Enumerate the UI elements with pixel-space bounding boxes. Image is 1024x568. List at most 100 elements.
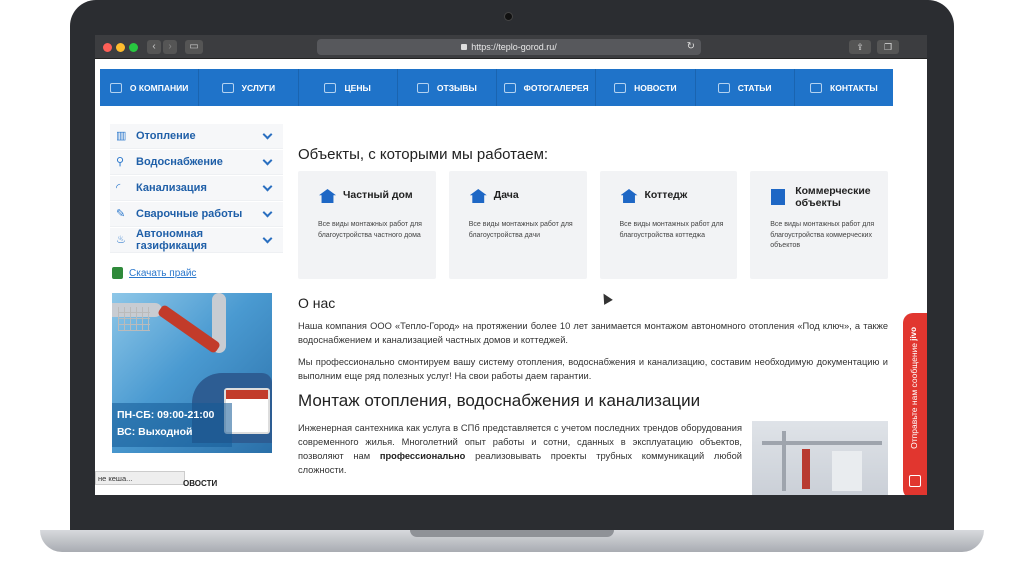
articles-icon bbox=[717, 82, 730, 93]
about-heading: О нас bbox=[298, 295, 336, 311]
top-navigation: О КОМПАНИИ УСЛУГИ ЦЕНЫ ОТЗЫВЫ ФОТОГАЛЕРЕ… bbox=[100, 69, 893, 106]
nav-item-reviews[interactable]: ОТЗЫВЫ bbox=[398, 69, 497, 106]
card-cottage[interactable]: Коттедж Все виды монтажных работ для бла… bbox=[599, 171, 738, 279]
screen: ‹ › ▭ https://teplo-gorod.ru/ ↻ ⇪ ❐ О КО… bbox=[95, 35, 927, 495]
chat-widget-label: Отправьте нам сообщение bbox=[909, 343, 919, 449]
card-description: Все виды монтажных работ для благоустрой… bbox=[770, 221, 875, 249]
nav-label: КОНТАКТЫ bbox=[830, 82, 878, 93]
price-download: Скачать прайс bbox=[112, 267, 196, 279]
card-title: Коммерческие объекты bbox=[795, 185, 871, 209]
sidebar-item-label: Водоснабжение bbox=[136, 156, 223, 168]
card-title: Коттедж bbox=[644, 189, 688, 201]
nav-label: СТАТЬИ bbox=[737, 82, 772, 93]
chevron-down-icon[interactable] bbox=[262, 155, 273, 166]
pipe-icon: ◜ bbox=[116, 182, 121, 194]
gallery-icon bbox=[503, 82, 516, 93]
nav-item-prices[interactable]: ЦЕНЫ bbox=[299, 69, 398, 106]
nav-label: ФОТОГАЛЕРЕЯ bbox=[523, 82, 589, 93]
mount-paragraph: Инженерная сантехника как услуга в СПб п… bbox=[298, 421, 742, 495]
news-heading-fragment: ОВОСТИ bbox=[183, 479, 218, 488]
hours-sunday: ВС: Выходной bbox=[117, 426, 193, 438]
sidebar-item-heating[interactable]: ▥ Отопление bbox=[110, 124, 283, 149]
laptop-notch bbox=[410, 530, 614, 537]
chevron-down-icon[interactable] bbox=[262, 233, 273, 244]
web-page: О КОМПАНИИ УСЛУГИ ЦЕНЫ ОТЗЫВЫ ФОТОГАЛЕРЕ… bbox=[95, 59, 927, 495]
sidebar-menu: ▥ Отопление ⚲ Водоснабжение ◜ Канализация ✎… bbox=[110, 124, 283, 254]
house-icon bbox=[319, 189, 336, 203]
tabs-icon[interactable]: ❐ bbox=[877, 40, 899, 54]
faucet-icon: ⚲ bbox=[116, 156, 125, 168]
nav-item-articles[interactable]: СТАТЬИ bbox=[696, 69, 795, 106]
card-description: Все виды монтажных работ для благоустрой… bbox=[318, 221, 422, 239]
cottage-icon bbox=[620, 189, 638, 203]
chevron-down-icon[interactable] bbox=[262, 181, 273, 192]
contacts-icon bbox=[810, 82, 823, 93]
about-paragraph-2: Мы профессионально смонтируем вашу систе… bbox=[298, 357, 888, 381]
download-price-link[interactable]: Скачать прайс bbox=[129, 268, 196, 279]
boiler-graphic bbox=[802, 449, 810, 489]
chevron-down-icon[interactable] bbox=[262, 207, 273, 218]
welding-icon: ✎ bbox=[116, 208, 126, 220]
address-bar[interactable]: https://teplo-gorod.ru/ ↻ bbox=[317, 39, 701, 55]
heater-graphic bbox=[118, 307, 150, 331]
minimize-window-icon[interactable] bbox=[116, 43, 125, 52]
sidebar-item-label: Автономная газификация bbox=[136, 228, 208, 252]
nav-item-services[interactable]: УСЛУГИ bbox=[199, 69, 299, 106]
mount-text-bold: профессионально bbox=[379, 451, 466, 461]
sidebar-item-sewage[interactable]: ◜ Канализация bbox=[110, 176, 283, 201]
lock-icon bbox=[461, 44, 468, 50]
sidebar-item-gas[interactable]: ♨ Автономная газификация bbox=[110, 228, 283, 253]
close-window-icon[interactable] bbox=[103, 43, 112, 52]
sidebar-item-label: Отопление bbox=[136, 130, 196, 142]
nav-item-about[interactable]: О КОМПАНИИ bbox=[100, 69, 200, 106]
nav-item-gallery[interactable]: ФОТОГАЛЕРЕЯ bbox=[497, 69, 597, 106]
dacha-icon bbox=[469, 189, 487, 203]
excel-icon bbox=[112, 267, 123, 279]
tooltip: не кеша... bbox=[95, 471, 185, 485]
money-icon bbox=[324, 82, 337, 93]
maximize-window-icon[interactable] bbox=[129, 43, 138, 52]
tank-graphic bbox=[832, 451, 862, 491]
back-button[interactable]: ‹ bbox=[147, 40, 161, 54]
tools-icon bbox=[221, 82, 234, 93]
forward-button[interactable]: › bbox=[163, 40, 177, 54]
jivo-logo: jivo bbox=[909, 327, 918, 341]
nav-label: ЦЕНЫ bbox=[344, 82, 371, 93]
card-title: Дача bbox=[493, 189, 519, 201]
nav-label: О КОМПАНИИ bbox=[129, 82, 189, 93]
browser-chrome: ‹ › ▭ https://teplo-gorod.ru/ ↻ ⇪ ❐ bbox=[95, 35, 927, 59]
laptop-bezel bbox=[70, 495, 954, 535]
chat-icon bbox=[416, 82, 429, 93]
building-icon bbox=[109, 82, 122, 93]
chat-widget[interactable]: jivo Отправьте нам сообщение bbox=[903, 313, 927, 495]
card-private-house[interactable]: Частный дом Все виды монтажных работ для… bbox=[298, 171, 436, 279]
card-commercial[interactable]: Коммерческие объекты Все виды монтажных … bbox=[750, 171, 888, 279]
nav-item-contacts[interactable]: КОНТАКТЫ bbox=[795, 69, 893, 106]
card-dacha[interactable]: Дача Все виды монтажных работ для благоу… bbox=[448, 171, 587, 279]
sidebar-item-water[interactable]: ⚲ Водоснабжение bbox=[110, 150, 283, 175]
objects-heading: Объекты, с которыми мы работаем: bbox=[298, 146, 549, 163]
news-icon bbox=[614, 82, 627, 93]
sidebar-item-label: Канализация bbox=[136, 182, 207, 194]
boiler-room-photo bbox=[752, 421, 888, 495]
share-icon[interactable]: ⇪ bbox=[849, 40, 871, 54]
camera-icon bbox=[505, 13, 512, 20]
reload-icon[interactable]: ↻ bbox=[687, 39, 695, 55]
card-description: Все виды монтажных работ для благоустрой… bbox=[619, 221, 724, 239]
nav-item-news[interactable]: НОВОСТИ bbox=[596, 69, 696, 106]
sidebar-item-welding[interactable]: ✎ Сварочные работы bbox=[110, 202, 283, 227]
working-hours-banner[interactable]: ПН-СБ: 09:00-21:00 ВС: Выходной bbox=[112, 293, 272, 453]
main-content: Объекты, с которыми мы работаем: Частный… bbox=[298, 146, 888, 495]
card-description: Все виды монтажных работ для благоустрой… bbox=[468, 221, 573, 239]
card-title: Частный дом bbox=[343, 189, 413, 201]
sidebar-toggle-icon[interactable]: ▭ bbox=[185, 40, 203, 54]
radiator-icon: ▥ bbox=[116, 130, 127, 142]
url-text: https://teplo-gorod.ru/ bbox=[471, 42, 557, 52]
chat-icon bbox=[909, 475, 921, 487]
flame-icon: ♨ bbox=[116, 234, 126, 246]
about-paragraph-1: Наша компания ООО «Тепло-Город» на протя… bbox=[298, 321, 888, 345]
sidebar-item-label: Сварочные работы bbox=[136, 208, 243, 220]
office-building-icon bbox=[771, 189, 786, 205]
chevron-down-icon[interactable] bbox=[262, 129, 273, 140]
object-cards: Частный дом Все виды монтажных работ для… bbox=[298, 171, 888, 279]
